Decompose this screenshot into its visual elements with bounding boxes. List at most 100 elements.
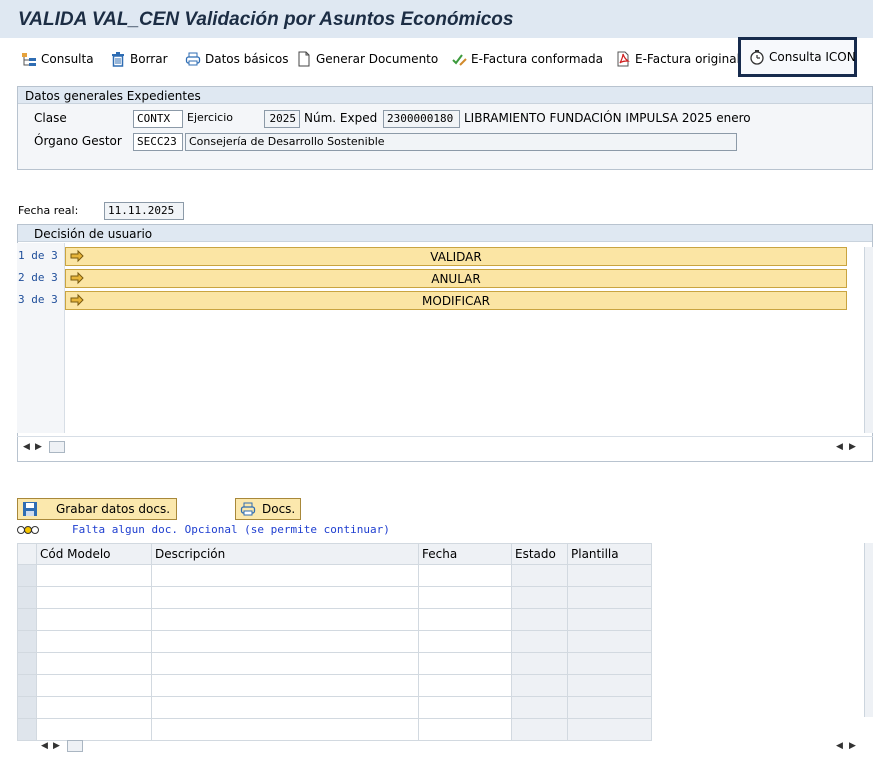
status-message: Falta algun doc. Opcional (se permite co… [72, 523, 390, 536]
modificar-button[interactable]: MODIFICAR [65, 291, 847, 310]
efactura-original-button[interactable]: E-Factura original [612, 44, 743, 74]
efactura-conformada-button[interactable]: E-Factura conformada [448, 44, 606, 74]
anular-button[interactable]: ANULAR [65, 269, 847, 288]
cell[interactable] [151, 564, 419, 587]
consulta-icon-label: Consulta ICON [769, 50, 856, 64]
cell[interactable] [151, 652, 419, 675]
docs-table: Cód Modelo Descripción Fecha Estado Plan… [17, 543, 652, 741]
organo-gestor-field[interactable]: SECC23 [133, 133, 183, 151]
scroll-left-icon[interactable]: ◀ [23, 442, 30, 452]
column-header[interactable]: Plantilla [567, 543, 652, 565]
generar-documento-button[interactable]: Generar Documento [293, 44, 441, 74]
window-title: VALIDA VAL_CEN Validación por Asuntos Ec… [18, 9, 514, 30]
scroll-thumb[interactable] [67, 740, 83, 752]
table-row[interactable] [17, 696, 652, 719]
column-header[interactable]: Descripción [151, 543, 419, 565]
num-exped-field[interactable]: 2300000180 [383, 110, 460, 128]
table-row[interactable] [17, 586, 652, 609]
table-row[interactable] [17, 564, 652, 587]
scroll-right-icon[interactable]: ▶ [849, 442, 856, 452]
cell [567, 630, 652, 653]
cell[interactable] [151, 608, 419, 631]
decision-header: Decisión de usuario [18, 225, 872, 242]
row-selector[interactable] [17, 630, 37, 653]
datos-generales-header: Datos generales Expedientes [18, 87, 872, 104]
cell[interactable] [36, 608, 152, 631]
cell[interactable] [418, 586, 512, 609]
table-row[interactable] [17, 674, 652, 697]
check-pen-icon [451, 51, 467, 67]
fecha-real-field[interactable]: 11.11.2025 [104, 202, 184, 220]
cell[interactable] [418, 630, 512, 653]
clase-field[interactable]: CONTX [133, 110, 183, 128]
efactura-original-label: E-Factura original [635, 52, 740, 66]
consulta-button[interactable]: Consulta [18, 44, 97, 74]
cell[interactable] [418, 608, 512, 631]
consulta-icon-button[interactable]: Consulta ICON [738, 37, 857, 77]
row-selector[interactable] [17, 586, 37, 609]
row-selector[interactable] [17, 652, 37, 675]
cell[interactable] [418, 564, 512, 587]
docs-horizontal-scrollbar[interactable]: ◀ ▶ ◀ ▶ [17, 738, 873, 758]
column-header[interactable]: Estado [511, 543, 568, 565]
decision-row-num: 1 de 3 [18, 249, 58, 262]
cell[interactable] [36, 630, 152, 653]
row-selector-header[interactable] [17, 543, 37, 565]
docs-vertical-scrollbar[interactable] [864, 543, 873, 717]
trash-icon [110, 51, 126, 67]
cell [567, 652, 652, 675]
cell[interactable] [151, 586, 419, 609]
cell[interactable] [418, 674, 512, 697]
borrar-label: Borrar [130, 52, 168, 66]
decision-vertical-scrollbar[interactable] [864, 247, 873, 433]
datos-basicos-button[interactable]: Datos básicos [182, 44, 291, 74]
table-row[interactable] [17, 652, 652, 675]
validar-button[interactable]: VALIDAR [65, 247, 847, 266]
cell [511, 608, 568, 631]
cell[interactable] [36, 674, 152, 697]
table-row[interactable] [17, 608, 652, 631]
cell [567, 564, 652, 587]
decision-horizontal-scrollbar[interactable]: ◀ ▶ ◀ ▶ [17, 436, 873, 458]
scroll-left-icon[interactable]: ◀ [836, 442, 843, 452]
cell [511, 696, 568, 719]
cell [567, 608, 652, 631]
ejercicio-field[interactable]: 2025 [264, 110, 300, 128]
column-header[interactable]: Cód Modelo [36, 543, 152, 565]
anular-label: ANULAR [431, 271, 481, 286]
cell[interactable] [151, 696, 419, 719]
cell[interactable] [151, 630, 419, 653]
row-selector[interactable] [17, 696, 37, 719]
scroll-thumb[interactable] [49, 441, 65, 453]
row-selector[interactable] [17, 674, 37, 697]
scroll-right-icon[interactable]: ▶ [35, 442, 42, 452]
table-row[interactable] [17, 630, 652, 653]
fecha-real-label: Fecha real: [18, 204, 79, 217]
row-selector[interactable] [17, 608, 37, 631]
scroll-right-icon[interactable]: ▶ [849, 741, 856, 751]
document-icon [296, 51, 312, 67]
grabar-datos-docs-label: Grabar datos docs. [56, 502, 171, 516]
scroll-left-icon[interactable]: ◀ [41, 741, 48, 751]
column-header[interactable]: Fecha [418, 543, 512, 565]
cell [511, 564, 568, 587]
scroll-left-icon[interactable]: ◀ [836, 741, 843, 751]
cell [567, 696, 652, 719]
scroll-right-icon[interactable]: ▶ [53, 741, 60, 751]
cell[interactable] [418, 696, 512, 719]
cell[interactable] [418, 652, 512, 675]
decision-row-num: 2 de 3 [18, 271, 58, 284]
cell[interactable] [36, 696, 152, 719]
grabar-datos-docs-button[interactable]: Grabar datos docs. [17, 498, 177, 520]
cell[interactable] [36, 564, 152, 587]
cell[interactable] [36, 586, 152, 609]
cell[interactable] [151, 674, 419, 697]
docs-button[interactable]: Docs. [235, 498, 301, 520]
hierarchy-icon [21, 51, 37, 67]
printer-icon [185, 51, 201, 67]
cell [567, 674, 652, 697]
row-selector[interactable] [17, 564, 37, 587]
borrar-button[interactable]: Borrar [107, 44, 171, 74]
cell[interactable] [36, 652, 152, 675]
decision-row-num: 3 de 3 [18, 293, 58, 306]
